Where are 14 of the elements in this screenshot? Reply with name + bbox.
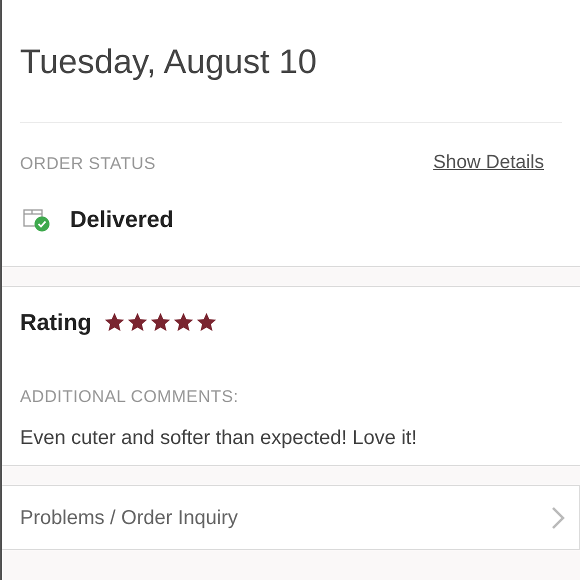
section-label: ORDER STATUS [20, 152, 156, 174]
order-inquiry-row[interactable]: Problems / Order Inquiry [2, 486, 580, 550]
status-text: Delivered [70, 204, 174, 234]
chevron-right-icon [551, 506, 565, 530]
filled-star-icon [150, 312, 171, 332]
filled-star-icon [126, 312, 148, 332]
filled-star-icon [104, 312, 125, 332]
rating-label: Rating [20, 308, 92, 337]
show-details-link[interactable]: Show Details [433, 149, 544, 178]
delivery-date: Tuesday, August 10 [20, 42, 318, 82]
filled-star-icon [196, 312, 217, 332]
filled-star-icon [172, 312, 194, 332]
section-label: ADDITIONAL COMMENTS: [20, 386, 240, 408]
comment-text: Even cuter and softer than expected! Love it! [20, 426, 418, 451]
